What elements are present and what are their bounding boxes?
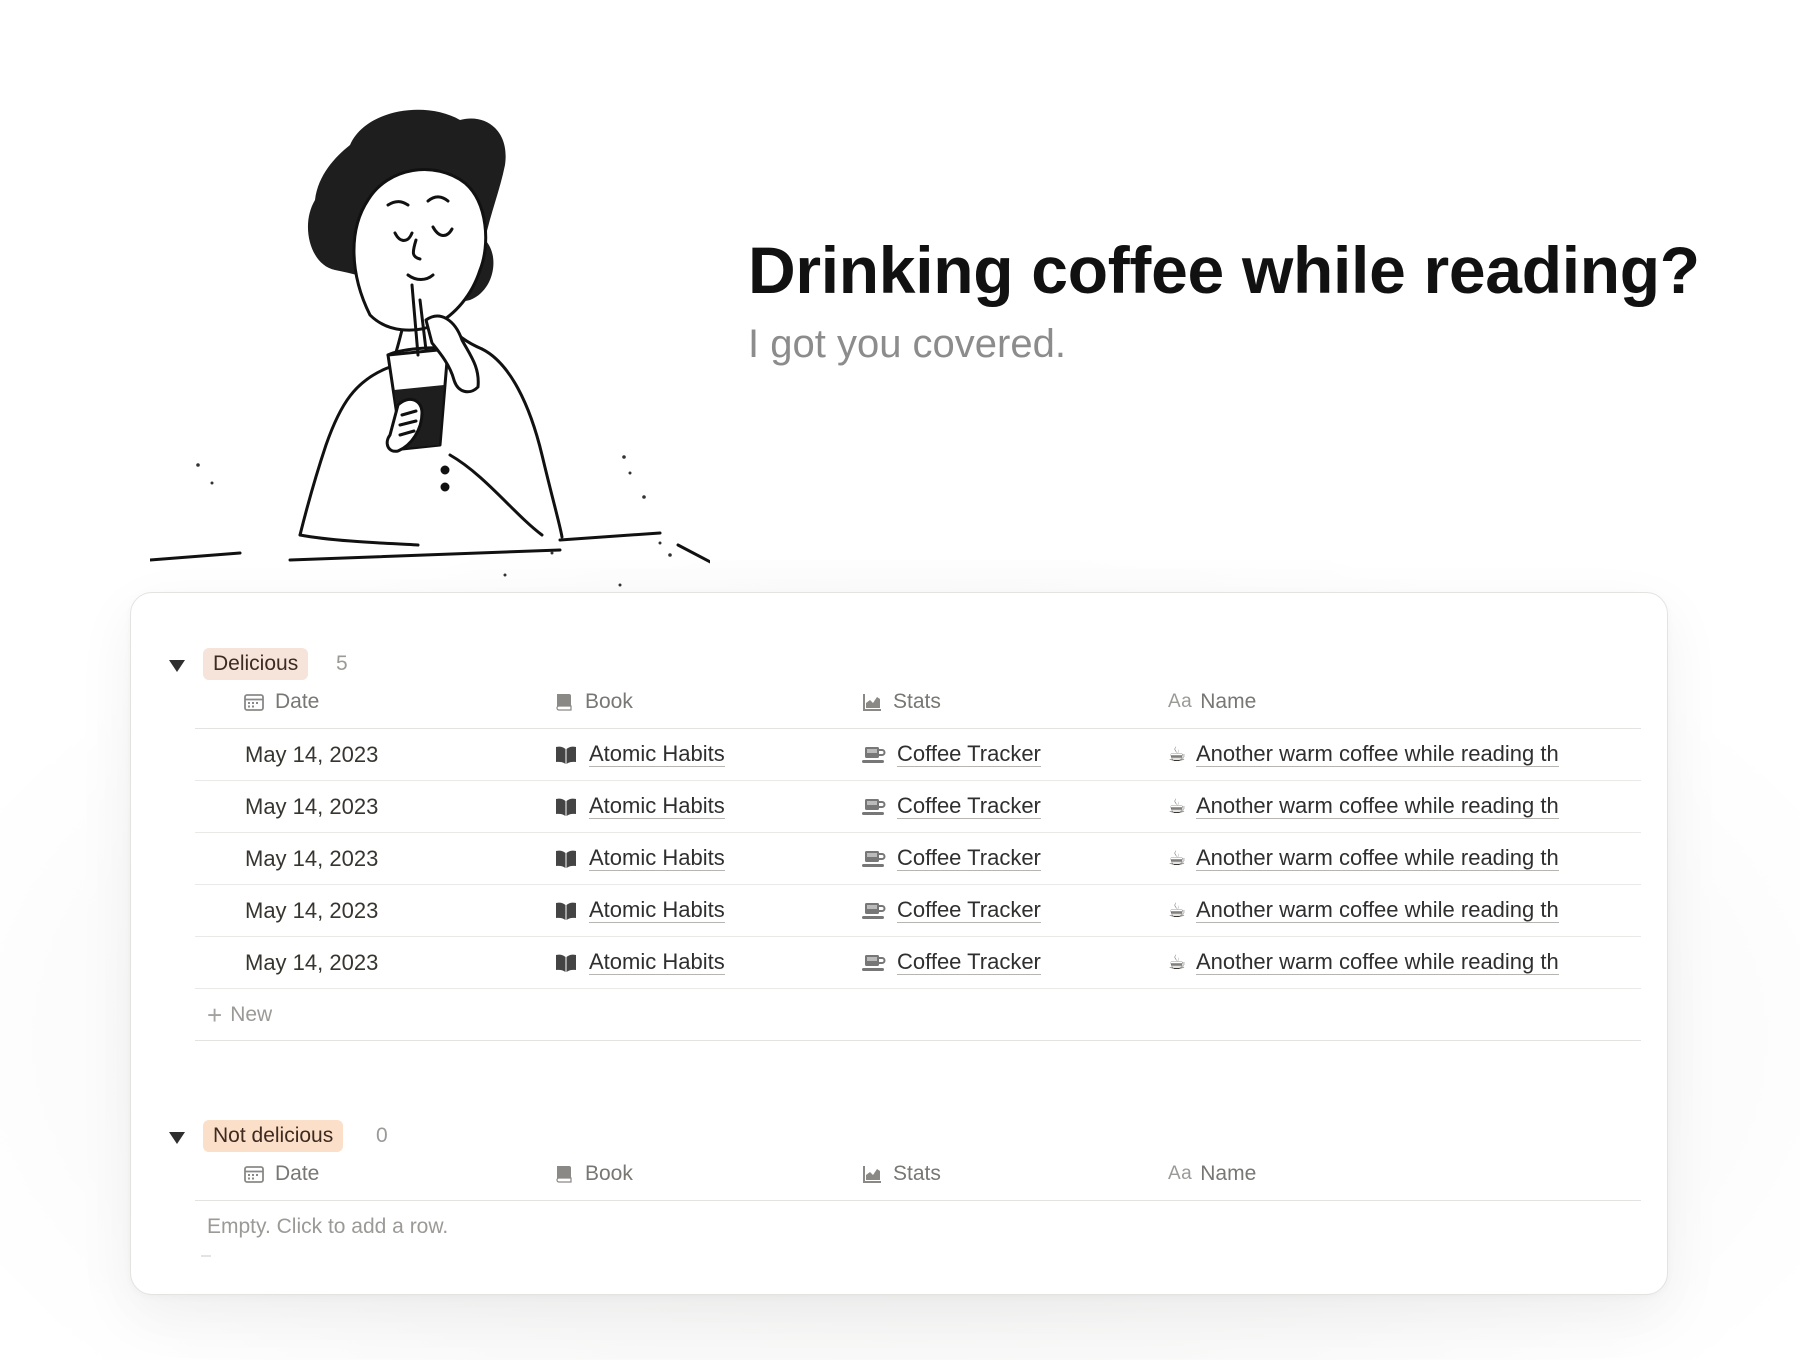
cell-name: ☕ Another warm coffee while reading th	[1168, 833, 1585, 884]
name-link[interactable]: Another warm coffee while reading th	[1195, 898, 1559, 923]
open-book-icon	[553, 898, 579, 924]
column-header-label: Book	[585, 690, 633, 713]
plus-icon: +	[207, 999, 223, 1030]
column-header-name[interactable]: Aa Name	[1168, 676, 1585, 728]
page-subtitle: I got you covered.	[748, 322, 1066, 366]
column-header-label: Date	[275, 690, 320, 713]
column-header-date[interactable]: Date	[243, 676, 543, 728]
cell-stats: Coffee Tracker	[861, 833, 1161, 884]
book-link[interactable]: Atomic Habits	[589, 794, 725, 819]
new-row-label: New	[230, 1002, 273, 1026]
cell-name: ☕ Another warm coffee while reading th	[1168, 781, 1585, 832]
cell-book: Atomic Habits	[553, 833, 853, 884]
stats-link[interactable]: Coffee Tracker	[897, 898, 1041, 923]
cell-book: Atomic Habits	[553, 781, 853, 832]
column-header-book[interactable]: Book	[553, 1148, 853, 1200]
book-link[interactable]: Atomic Habits	[589, 742, 725, 767]
hot-beverage-icon: ☕	[1168, 796, 1186, 818]
cell-stats: Coffee Tracker	[861, 885, 1161, 936]
hot-beverage-icon: ☕	[1168, 900, 1186, 922]
table-header-row: Date Book Stats Aa Name	[195, 1148, 1641, 1201]
collapse-toggle-icon[interactable]	[169, 1130, 185, 1146]
column-header-label: Date	[275, 1162, 320, 1185]
stats-link[interactable]: Coffee Tracker	[897, 794, 1041, 819]
woman-drinking-coffee-illustration	[150, 109, 710, 587]
cell-stats: Coffee Tracker	[861, 729, 1161, 780]
calendar-icon	[243, 1163, 265, 1185]
name-link[interactable]: Another warm coffee while reading th	[1195, 950, 1559, 975]
records-table: Date Book Stats Aa Name	[195, 1148, 1641, 1257]
page-title: Drinking coffee while reading?	[748, 233, 1700, 307]
stats-link[interactable]: Coffee Tracker	[897, 846, 1041, 871]
table-header-row: Date Book Stats Aa Name	[195, 676, 1641, 729]
hot-beverage-icon: ☕	[1168, 848, 1186, 870]
hot-beverage-icon: ☕	[1168, 744, 1186, 766]
cell-stats: Coffee Tracker	[861, 781, 1161, 832]
coffee-cup-icon	[861, 794, 887, 820]
cell-date: May 14, 2023	[245, 741, 379, 767]
cell-date: May 14, 2023	[245, 949, 379, 975]
empty-placeholder-row[interactable]: Empty. Click to add a row.	[195, 1201, 1641, 1257]
coffee-cup-icon	[861, 950, 887, 976]
cell-book: Atomic Habits	[553, 885, 853, 936]
book-icon	[553, 691, 575, 713]
column-header-book[interactable]: Book	[553, 676, 853, 728]
records-table: Date Book Stats Aa Name	[195, 676, 1641, 1041]
table-row[interactable]: May 14, 2023 Atomic Habits Coffee Tracke…	[195, 833, 1641, 885]
table-row[interactable]: May 14, 2023 Atomic Habits Coffee Tracke…	[195, 729, 1641, 781]
name-link[interactable]: Another warm coffee while reading th	[1195, 794, 1559, 819]
name-link[interactable]: Another warm coffee while reading th	[1195, 846, 1559, 871]
column-header-label: Stats	[893, 690, 941, 713]
name-link[interactable]: Another warm coffee while reading th	[1195, 742, 1559, 767]
cell-date: May 14, 2023	[245, 845, 379, 871]
book-icon	[553, 1163, 575, 1185]
open-book-icon	[553, 950, 579, 976]
cell-stats: Coffee Tracker	[861, 937, 1161, 988]
column-header-label: Stats	[893, 1162, 941, 1185]
column-header-label: Name	[1200, 1162, 1257, 1185]
book-link[interactable]: Atomic Habits	[589, 898, 725, 923]
open-book-icon	[553, 742, 579, 768]
column-header-name[interactable]: Aa Name	[1168, 1148, 1585, 1200]
table-row[interactable]: May 14, 2023 Atomic Habits Coffee Tracke…	[195, 885, 1641, 937]
column-header-label: Book	[585, 1162, 633, 1185]
book-link[interactable]: Atomic Habits	[589, 846, 725, 871]
calendar-icon	[243, 691, 265, 713]
column-header-label: Name	[1200, 690, 1257, 713]
database-board-card: Delicious 5 Date Book Stats Aa Name May …	[130, 592, 1668, 1295]
table-row[interactable]: May 14, 2023 Atomic Habits Coffee Tracke…	[195, 937, 1641, 989]
cell-name: ☕ Another warm coffee while reading th	[1168, 937, 1585, 988]
collapse-toggle-icon[interactable]	[169, 658, 185, 674]
cell-book: Atomic Habits	[553, 729, 853, 780]
text-aa-icon: Aa	[1168, 1163, 1193, 1184]
coffee-cup-icon	[861, 846, 887, 872]
open-book-icon	[553, 846, 579, 872]
cell-book: Atomic Habits	[553, 937, 853, 988]
hot-beverage-icon: ☕	[1168, 952, 1186, 974]
empty-placeholder-text[interactable]: Empty. Click to add a row.	[207, 1201, 448, 1253]
text-aa-icon: Aa	[1168, 691, 1193, 712]
book-link[interactable]: Atomic Habits	[589, 950, 725, 975]
table-row[interactable]: May 14, 2023 Atomic Habits Coffee Tracke…	[195, 781, 1641, 833]
new-row[interactable]: + New	[195, 989, 1641, 1041]
cell-name: ☕ Another warm coffee while reading th	[1168, 729, 1585, 780]
new-row-button[interactable]: + New	[207, 989, 272, 1040]
cell-date: May 14, 2023	[245, 793, 379, 819]
open-book-icon	[553, 794, 579, 820]
stats-link[interactable]: Coffee Tracker	[897, 950, 1041, 975]
chart-icon	[861, 691, 883, 713]
column-header-stats[interactable]: Stats	[861, 1148, 1161, 1200]
column-header-date[interactable]: Date	[243, 1148, 543, 1200]
coffee-cup-icon	[861, 898, 887, 924]
chart-icon	[861, 1163, 883, 1185]
column-header-stats[interactable]: Stats	[861, 676, 1161, 728]
divider-stub	[201, 1255, 211, 1257]
stats-link[interactable]: Coffee Tracker	[897, 742, 1041, 767]
cell-date: May 14, 2023	[245, 897, 379, 923]
coffee-cup-icon	[861, 742, 887, 768]
cell-name: ☕ Another warm coffee while reading th	[1168, 885, 1585, 936]
